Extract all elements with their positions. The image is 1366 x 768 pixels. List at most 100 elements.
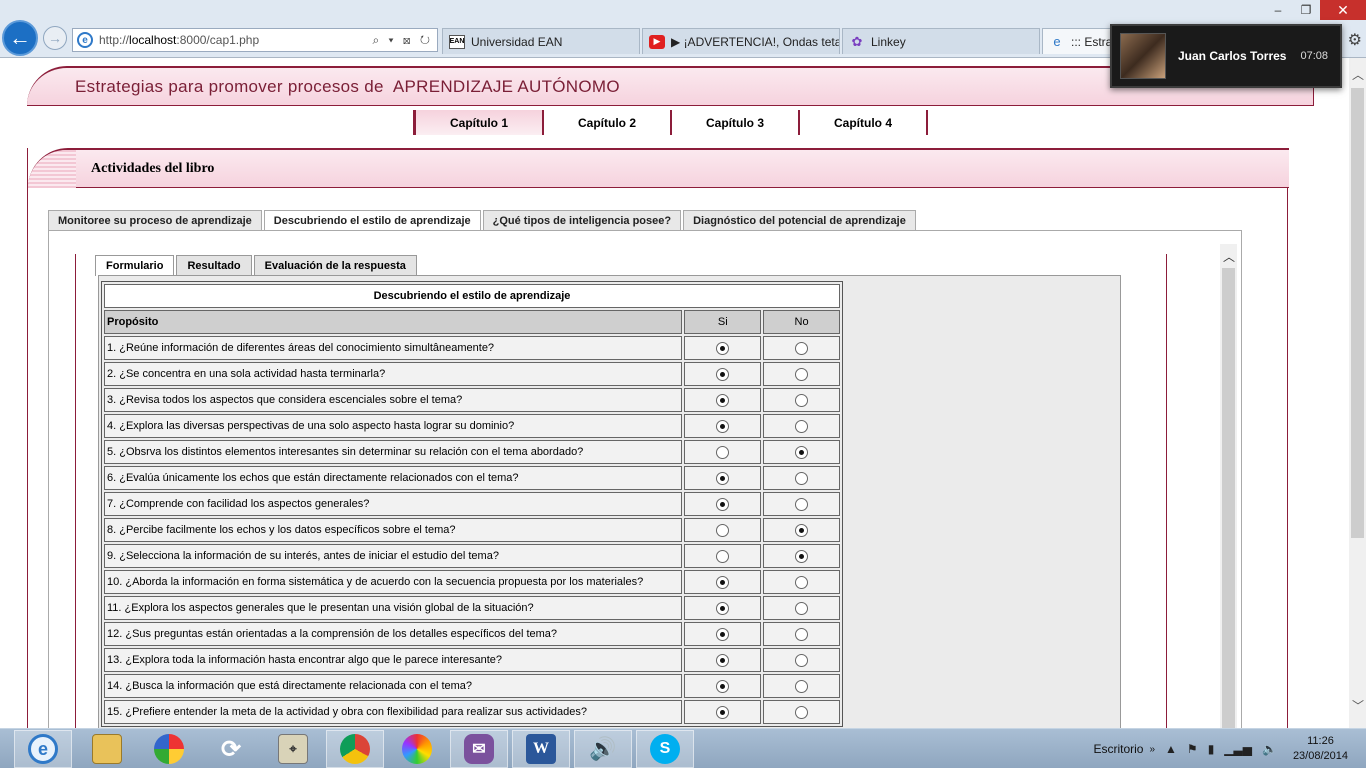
radio-no[interactable] [795,575,809,589]
radio-no[interactable] [795,523,809,537]
panel-scrollbar[interactable]: ︿ [1220,244,1237,738]
tab-evaluacion[interactable]: Evaluación de la respuesta [253,255,417,275]
sync-icon: ⟳ [220,735,242,763]
radio-si[interactable] [716,523,730,537]
radio-si[interactable] [716,419,730,433]
taskbar-audio-button[interactable]: 🔊 [574,730,632,768]
tab-monitoree[interactable]: Monitoree su proceso de aprendizaje [48,210,262,230]
tab-label: Linkey [871,34,906,49]
chrome-icon [340,734,370,764]
taskbar-word-button[interactable]: W [512,730,570,768]
taskbar-skype-button[interactable]: S [636,730,694,768]
word-icon: W [526,734,556,764]
radio-no[interactable] [795,653,809,667]
answer-cell-si [684,648,762,672]
desktop-toolbar-label[interactable]: Escritorio [1093,742,1143,756]
answer-cell-si [684,362,762,386]
table-row: 12. ¿Sus preguntas están orientadas a la… [104,622,840,646]
scroll-up-icon[interactable]: ︿ [1223,248,1235,265]
radio-no[interactable] [795,471,809,485]
radio-si[interactable] [716,653,730,667]
tab-linkey[interactable]: ✿ Linkey [842,28,1040,54]
tab-resultado[interactable]: Resultado [176,255,252,275]
radio-si[interactable] [716,601,730,615]
ean-icon: EAN [449,34,465,49]
taskbar-flower-button[interactable] [388,730,446,768]
scroll-thumb[interactable] [1351,88,1364,538]
taskbar-explorer-button[interactable] [78,730,136,768]
gear-icon[interactable]: ⚙ [1348,30,1362,50]
notification-time: 07:08 [1300,50,1329,62]
clock[interactable]: 11:26 23/08/2014 [1293,734,1348,764]
radio-si[interactable] [716,705,730,719]
radio-no[interactable] [795,601,809,615]
network-signal-icon[interactable]: ▁▃▅ [1224,742,1252,756]
chapter-4-link[interactable]: Capítulo 4 [800,110,928,135]
tab-youtube[interactable]: ▶ ▶ ¡ADVERTENCIA!, Ondas teta ... [642,28,840,54]
radio-no[interactable] [795,419,809,433]
radio-si[interactable] [716,497,730,511]
radio-no[interactable] [795,549,809,563]
tab-inteligencia[interactable]: ¿Qué tipos de inteligencia posee? [482,210,682,230]
radio-no[interactable] [795,367,809,381]
radio-no[interactable] [795,627,809,641]
answer-cell-si [684,414,762,438]
minimize-button[interactable]: ‒ [1264,0,1292,20]
chapter-1-link[interactable]: Capítulo 1 [416,110,544,135]
radio-no[interactable] [795,445,809,459]
address-tools[interactable]: ⌕ ▾ ⊠ ↻ [372,33,437,48]
radio-si[interactable] [716,367,730,381]
radio-si[interactable] [716,575,730,589]
scroll-thumb[interactable] [1222,268,1235,738]
tab-formulario[interactable]: Formulario [95,255,175,276]
volume-icon[interactable]: 🔈 [1262,742,1277,756]
radio-no[interactable] [795,705,809,719]
forward-button[interactable]: → [43,26,67,50]
action-center-flag-icon[interactable]: ⚑ [1187,742,1198,756]
radio-si[interactable] [716,393,730,407]
chevron-icon[interactable]: » [1149,744,1155,755]
ie-icon: e [1053,34,1061,49]
tab-diagnostico[interactable]: Diagnóstico del potencial de aprendizaje [683,210,916,230]
chapter-3-link[interactable]: Capítulo 3 [672,110,800,135]
address-url[interactable]: http://localhost:8000/cap1.php [99,33,372,47]
radio-no[interactable] [795,497,809,511]
radio-si[interactable] [716,627,730,641]
contact-notification[interactable]: Juan Carlos Torres 07:08 [1110,24,1342,88]
answer-cell-si [684,388,762,412]
radio-si[interactable] [716,471,730,485]
taskbar-chrome-button[interactable] [326,730,384,768]
taskbar-picasa-button[interactable] [140,730,198,768]
skype-icon: S [650,734,680,764]
taskbar-ie-button[interactable]: e [14,730,72,768]
restore-button[interactable]: ❐ [1292,0,1320,20]
page-scrollbar[interactable]: ︿ ﹀ [1349,58,1366,728]
radio-si[interactable] [716,445,730,459]
contact-name: Juan Carlos Torres [1178,49,1287,63]
tab-universidad-ean[interactable]: EAN Universidad EAN [442,28,640,54]
maps-icon: ⌖ [278,734,308,764]
questionnaire-table: Descubriendo el estilo de aprendizaje Pr… [101,281,843,727]
tab-descubriendo[interactable]: Descubriendo el estilo de aprendizaje [263,210,481,231]
radio-si[interactable] [716,549,730,563]
battery-icon[interactable]: ▮ [1208,742,1215,756]
radio-si[interactable] [716,679,730,693]
scroll-up-icon[interactable]: ︿ [1352,66,1364,83]
back-button[interactable]: ← [2,20,38,56]
radio-no[interactable] [795,393,809,407]
radio-si[interactable] [716,341,730,355]
close-button[interactable]: ✕ [1320,0,1366,20]
scroll-down-icon[interactable]: ﹀ [1352,697,1364,714]
taskbar-maps-button[interactable]: ⌖ [264,730,322,768]
answer-cell-si [684,596,762,620]
tab-estrategias[interactable]: e ::: Estrate [1042,28,1114,54]
chapter-2-link[interactable]: Capítulo 2 [544,110,672,135]
column-header-yes: Si [684,310,762,334]
taskbar-viber-button[interactable]: ✉ [450,730,508,768]
show-hidden-icons-icon[interactable]: ▲ [1165,742,1177,756]
answer-cell-no [763,570,840,594]
radio-no[interactable] [795,679,809,693]
address-bar[interactable]: e http://localhost:8000/cap1.php ⌕ ▾ ⊠ ↻ [72,28,438,52]
taskbar-sync-button[interactable]: ⟳ [202,730,260,768]
radio-no[interactable] [795,341,809,355]
